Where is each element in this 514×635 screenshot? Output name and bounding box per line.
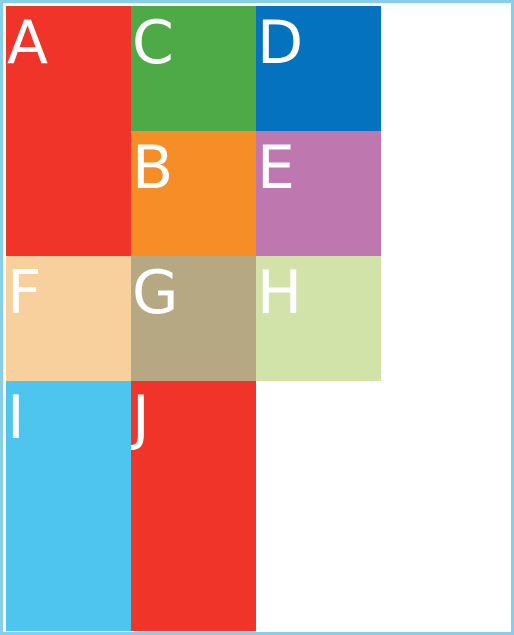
- tile-grid: A C D B E F G H I J: [6, 6, 381, 631]
- tile-a-label: A: [7, 8, 49, 78]
- tile-d: D: [256, 6, 381, 131]
- tile-j-label: J: [132, 383, 150, 453]
- tile-i-label: I: [7, 383, 25, 453]
- grid-container: A C D B E F G H I J: [0, 0, 514, 635]
- tile-g-label: G: [132, 258, 179, 328]
- tile-b: B: [131, 131, 256, 256]
- tile-b-label: B: [132, 133, 174, 203]
- tile-j: J: [131, 381, 256, 631]
- tile-c-label: C: [132, 8, 174, 78]
- tile-i: I: [6, 381, 131, 631]
- tile-e: E: [256, 131, 381, 256]
- tile-h: H: [256, 256, 381, 381]
- tile-g: G: [131, 256, 256, 381]
- tile-d-label: D: [257, 8, 304, 78]
- tile-a: A: [6, 6, 131, 256]
- tile-e-label: E: [257, 133, 295, 203]
- tile-f-label: F: [7, 258, 42, 328]
- tile-f: F: [6, 256, 131, 381]
- tile-h-label: H: [257, 258, 303, 328]
- tile-c: C: [131, 6, 256, 131]
